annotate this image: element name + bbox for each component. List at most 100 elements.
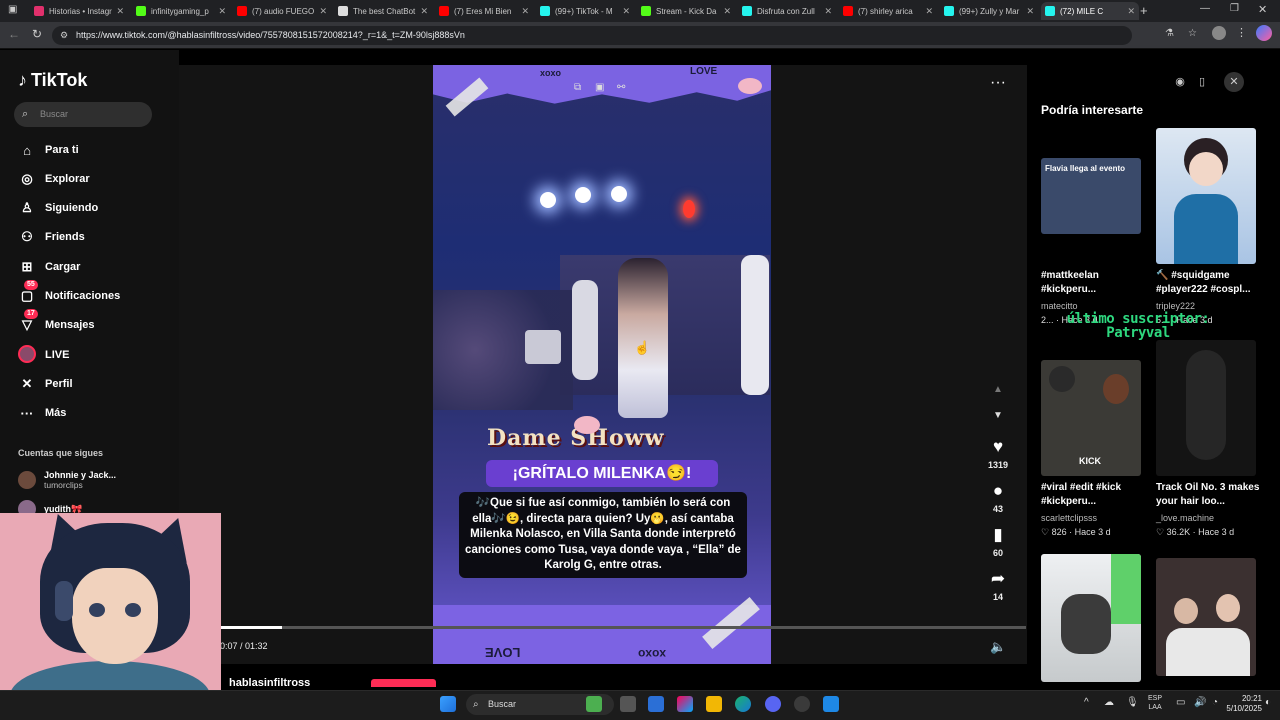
- volume-icon[interactable]: 🔈: [990, 639, 1006, 655]
- sidebar-item-para-ti[interactable]: ⌂ Para ti: [18, 141, 79, 159]
- device-icon[interactable]: ▯: [1192, 72, 1212, 92]
- display-icon[interactable]: ▭: [1176, 697, 1185, 708]
- save-button[interactable]: ▮ 60: [984, 525, 1012, 558]
- new-tab-icon[interactable]: +: [1140, 3, 1148, 18]
- minimize-icon[interactable]: —: [1200, 3, 1210, 14]
- close-tab-icon[interactable]: ✕: [1026, 6, 1034, 17]
- next-video-icon[interactable]: ▼: [993, 410, 1003, 421]
- obs-icon[interactable]: [794, 696, 810, 712]
- site-info-icon[interactable]: ⚙: [60, 26, 68, 45]
- browser-tab-active[interactable]: (72) MILE C ✕: [1041, 2, 1139, 20]
- profile-avatar-icon[interactable]: ✕: [1224, 72, 1244, 92]
- notification-center-icon[interactable]: ◐: [1265, 697, 1271, 708]
- close-tab-icon[interactable]: ✕: [521, 6, 529, 17]
- profile-avatar[interactable]: [1212, 26, 1226, 40]
- following-account[interactable]: Johnnie y Jack... tumorclips: [18, 470, 116, 490]
- browser-tab[interactable]: (99+) TikTok - M ✕: [536, 2, 634, 20]
- browser-tab[interactable]: (7) shirley arica ✕: [839, 2, 937, 20]
- extension-icon[interactable]: ⚗: [1165, 28, 1174, 39]
- close-tab-icon[interactable]: ✕: [622, 6, 630, 17]
- url-field[interactable]: ⚙ https://www.tiktok.com/@hablasinfiltros…: [52, 26, 1132, 45]
- more-options-icon[interactable]: ···: [990, 74, 1006, 92]
- browser-tab[interactable]: infinitygaming_p ✕: [132, 2, 230, 20]
- search-input[interactable]: ⌕ Buscar: [14, 102, 152, 127]
- close-tab-icon[interactable]: ✕: [319, 6, 327, 17]
- close-tab-icon[interactable]: ✕: [925, 6, 933, 17]
- miniplayer-icon[interactable]: ▣: [595, 82, 604, 93]
- copilot-icon[interactable]: [1256, 25, 1272, 41]
- share-button[interactable]: ➦ 14: [984, 569, 1012, 602]
- video-progress-bar[interactable]: [221, 626, 1026, 629]
- sidebar-item-friends[interactable]: ⚇ Friends: [18, 228, 85, 246]
- browser-tab[interactable]: (7) Eres Mi Bien ✕: [435, 2, 533, 20]
- taskbar-clock[interactable]: 20:21 5/10/2025: [1210, 694, 1262, 714]
- task-view-icon[interactable]: [620, 696, 636, 712]
- app-icon[interactable]: [823, 696, 839, 712]
- video-card-title[interactable]: 🔨 #squidgame #player222 #cospl...: [1156, 269, 1264, 297]
- discord-icon[interactable]: [765, 696, 781, 712]
- browser-tab[interactable]: The best ChatBot ✕: [334, 2, 432, 20]
- file-explorer-icon[interactable]: [706, 696, 722, 712]
- video-card-title[interactable]: #mattkeelan #kickperu...: [1041, 269, 1149, 297]
- windows-start-icon[interactable]: [440, 696, 456, 712]
- bookmark-star-icon[interactable]: ☆: [1188, 28, 1197, 39]
- video-card-thumbnail[interactable]: KICK: [1041, 360, 1141, 476]
- close-tab-icon[interactable]: ✕: [218, 6, 226, 17]
- translate-icon[interactable]: ⚯: [617, 82, 625, 93]
- sidebar-item-live[interactable]: LIVE: [18, 344, 69, 364]
- language-indicator[interactable]: ESP LAA: [1148, 694, 1162, 712]
- sidebar-item-explorar[interactable]: ◎ Explorar: [18, 170, 89, 188]
- sidebar-item-siguiendo[interactable]: ♙ Siguiendo: [18, 199, 98, 217]
- tiktok-logo[interactable]: ♪ TikTok: [18, 70, 87, 91]
- close-window-icon[interactable]: ✕: [1258, 3, 1267, 16]
- tray-chevron-icon[interactable]: ^: [1084, 697, 1089, 708]
- video-card-thumbnail[interactable]: [1156, 340, 1256, 476]
- tab-menu-icon[interactable]: ▣: [8, 4, 17, 15]
- close-tab-icon[interactable]: ✕: [1127, 6, 1135, 17]
- reload-icon[interactable]: ↻: [32, 27, 42, 41]
- maximize-icon[interactable]: ❐: [1230, 3, 1239, 14]
- browser-tab[interactable]: Disfruta con Zull ✕: [738, 2, 836, 20]
- video-card-title[interactable]: Track Oil No. 3 makes your hair loo...: [1156, 481, 1264, 509]
- video-card-thumbnail[interactable]: [1041, 554, 1141, 682]
- browser-tab[interactable]: Stream - Kick Da ✕: [637, 2, 735, 20]
- video-card-user[interactable]: _love.machine: [1156, 513, 1214, 523]
- like-button[interactable]: ♥ 1319: [984, 437, 1012, 470]
- comment-button[interactable]: ● 43: [984, 481, 1012, 514]
- video-card-thumbnail[interactable]: [1156, 558, 1256, 676]
- back-icon[interactable]: ←: [8, 27, 20, 41]
- microphone-icon[interactable]: 🎙: [1126, 697, 1139, 708]
- browser-tab[interactable]: Historias • Instagr ✕: [30, 2, 128, 20]
- tab-label: (99+) TikTok - M: [555, 6, 613, 16]
- video-card-thumbnail[interactable]: [1156, 128, 1256, 264]
- sidebar-item-notificaciones[interactable]: ▢ 55 Notificaciones: [18, 280, 120, 305]
- video-card-user[interactable]: tripley222: [1156, 301, 1195, 311]
- close-tab-icon[interactable]: ✕: [824, 6, 832, 17]
- browser-tab[interactable]: (7) audio FUEGO ✕: [233, 2, 331, 20]
- video-author[interactable]: hablasinfiltross: [229, 677, 310, 689]
- copilot-icon[interactable]: [677, 696, 693, 712]
- sidebar-item-mas[interactable]: ··· Más: [18, 404, 67, 422]
- store-icon[interactable]: [648, 696, 664, 712]
- activity-icon[interactable]: ◉: [1170, 72, 1190, 92]
- close-tab-icon[interactable]: ✕: [116, 6, 124, 17]
- video-card-thumbnail[interactable]: Flavia llega al evento: [1041, 158, 1141, 234]
- video-card-user[interactable]: scarlettclipsss: [1041, 513, 1097, 523]
- video-card-user[interactable]: matecitto: [1041, 301, 1078, 311]
- menu-dots-icon[interactable]: ⋮: [1236, 26, 1247, 39]
- close-tab-icon[interactable]: ✕: [420, 6, 428, 17]
- sidebar-item-cargar[interactable]: ⊞ Cargar: [18, 258, 81, 276]
- tab-label: (99+) Zully y Mar: [959, 6, 1020, 16]
- previous-video-icon[interactable]: ▲: [993, 384, 1003, 395]
- edge-icon[interactable]: [735, 696, 751, 712]
- browser-tab[interactable]: (99+) Zully y Mar ✕: [940, 2, 1038, 20]
- video-card-title[interactable]: #viral #edit #kick #kickperu...: [1041, 481, 1149, 509]
- onedrive-icon[interactable]: ☁: [1104, 697, 1114, 708]
- speaker-icon[interactable]: 🔊: [1194, 697, 1206, 708]
- sidebar-item-mensajes[interactable]: ▽ 17 Mensajes: [18, 309, 95, 334]
- widget-icon[interactable]: [586, 696, 602, 712]
- sidebar-item-perfil[interactable]: ✕ Perfil: [18, 375, 73, 393]
- follow-button[interactable]: [371, 679, 436, 687]
- close-tab-icon[interactable]: ✕: [723, 6, 731, 17]
- picture-in-picture-icon[interactable]: ⧉: [574, 82, 581, 93]
